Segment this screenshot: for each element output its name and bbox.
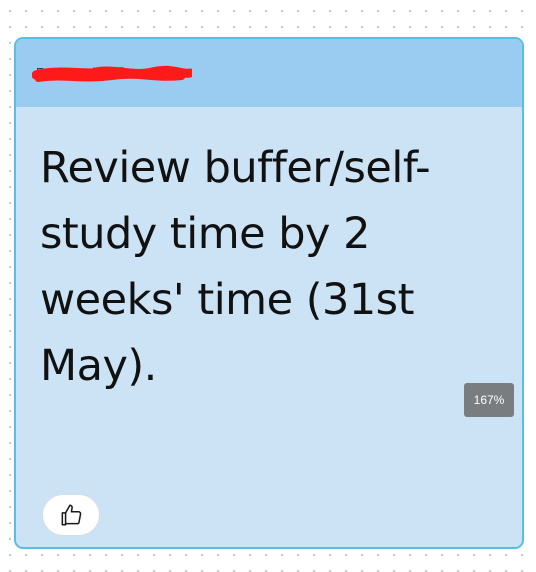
redaction-scribble [32,65,192,82]
zoom-level-badge: 167% [464,383,514,417]
sticky-note[interactable]: Redacted name Review buffer/self-study t… [14,37,524,549]
note-text[interactable]: Review buffer/self-study time by 2 weeks… [40,135,480,399]
note-header: Redacted name [16,39,522,107]
like-button[interactable] [42,494,100,536]
thumbs-up-icon [61,504,82,526]
